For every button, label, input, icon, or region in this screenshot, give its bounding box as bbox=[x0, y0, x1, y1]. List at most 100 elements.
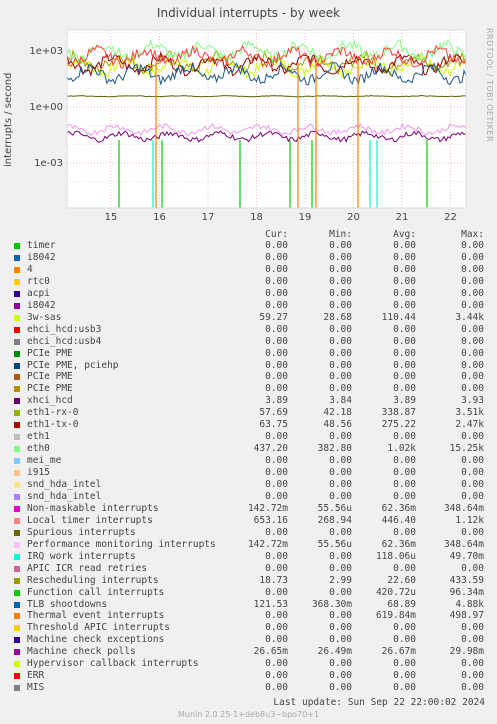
legend-swatch bbox=[14, 302, 20, 309]
legend-row: Thermal event interrupts 0.00 0.00 619.84m 4… bbox=[14, 610, 484, 622]
legend-max: 0.00 bbox=[461, 240, 484, 251]
legend-row: APIC ICR read retries 0.00 0.00 0.00 0.00 bbox=[14, 563, 484, 575]
header-cur: Cur: bbox=[265, 229, 288, 240]
legend-min: 0.00 bbox=[329, 610, 352, 622]
legend-label: ERR bbox=[27, 670, 45, 682]
legend-label: i8042 bbox=[27, 299, 56, 311]
legend-label: MIS bbox=[27, 682, 45, 694]
x-tick-label: 15 bbox=[105, 212, 118, 223]
legend-cur: 0.00 bbox=[265, 299, 288, 311]
legend-max: 29.98m bbox=[449, 646, 484, 658]
legend-max: 348.64m bbox=[443, 538, 484, 550]
legend-swatch bbox=[14, 637, 20, 644]
legend-max: 2.47k bbox=[455, 419, 484, 431]
legend-label: Threshold APIC interrupts bbox=[27, 622, 170, 634]
legend-label: snd_hda_intel bbox=[27, 479, 102, 490]
header-max: Max: bbox=[461, 229, 484, 240]
legend-max: 0.00 bbox=[461, 562, 484, 574]
legend-cur: 3.89 bbox=[265, 395, 288, 407]
legend-min: 28.68 bbox=[323, 311, 352, 323]
legend-row: 4 0.00 0.00 0.00 0.00 bbox=[14, 264, 484, 276]
legend-min: 0.00 bbox=[329, 299, 352, 311]
legend-cur: 142.72m bbox=[247, 502, 288, 514]
legend-row: ehci_hcd:usb4 0.00 0.00 0.00 0.00 bbox=[14, 336, 484, 348]
legend-avg: 68.89 bbox=[387, 598, 416, 610]
legend-row: Machine check polls 26.65m 26.49m 26.67m 29.… bbox=[14, 646, 484, 658]
legend-swatch bbox=[14, 410, 20, 417]
legend-cur: 0.00 bbox=[265, 634, 288, 646]
legend-swatch bbox=[14, 243, 20, 249]
legend-label: eth0 bbox=[27, 443, 50, 455]
legend-max: 0.00 bbox=[461, 335, 484, 347]
legend-row: PCIe PME 0.00 0.00 0.00 0.00 bbox=[14, 371, 484, 383]
x-tick-label: 19 bbox=[299, 212, 312, 223]
legend-avg: 22.60 bbox=[387, 574, 416, 586]
legend-min: 268.94 bbox=[317, 514, 352, 526]
legend-min: 0.00 bbox=[329, 359, 352, 371]
legend-swatch bbox=[14, 374, 20, 381]
legend-swatch bbox=[14, 254, 20, 261]
legend-avg: 0.00 bbox=[393, 490, 416, 502]
legend-row: eth1 0.00 0.00 0.00 0.00 bbox=[14, 431, 484, 443]
legend-max: 0.00 bbox=[461, 431, 484, 443]
legend-max: 15.25k bbox=[449, 443, 484, 455]
legend-swatch bbox=[14, 505, 20, 512]
legend-avg: 0.00 bbox=[393, 251, 416, 263]
legend-avg: 0.00 bbox=[393, 371, 416, 383]
legend-min: 0.00 bbox=[329, 670, 352, 682]
header-min: Min: bbox=[329, 229, 352, 240]
legend-label: PCIe PME bbox=[27, 371, 73, 383]
legend-cur: 653.16 bbox=[253, 514, 288, 526]
legend-max: 1.12k bbox=[455, 514, 484, 526]
legend-label: IRQ work interrupts bbox=[27, 550, 136, 562]
legend-swatch bbox=[14, 422, 20, 429]
legend-cur: 0.00 bbox=[265, 586, 288, 598]
munin-version: Munin 2.0.25-1+deb8u3~bpo70+1 bbox=[177, 710, 320, 719]
legend-min: 0.00 bbox=[329, 431, 352, 443]
legend-row: snd_hda_intel 0.00 0.00 0.00 0.00 bbox=[14, 479, 484, 491]
legend-max: 0.00 bbox=[461, 658, 484, 670]
legend-swatch bbox=[14, 601, 20, 608]
legend-swatch bbox=[14, 589, 20, 596]
legend-min: 0.00 bbox=[329, 263, 352, 275]
legend-min: 0.00 bbox=[329, 335, 352, 347]
legend-swatch bbox=[14, 338, 20, 345]
legend-label: Function call interrupts bbox=[27, 586, 165, 598]
legend-label: ehci_hcd:usb4 bbox=[27, 335, 102, 347]
legend-row: eth1-tx-0 63.75 48.56 275.22 2.47k bbox=[14, 419, 484, 431]
legend-min: 382.80 bbox=[317, 443, 352, 455]
legend-label: i8042 bbox=[27, 251, 56, 263]
legend-cur: 142.72m bbox=[247, 538, 288, 550]
legend-avg: 26.67m bbox=[381, 646, 416, 658]
legend-label: timer bbox=[27, 240, 56, 251]
legend-row: acpi 0.00 0.00 0.00 0.00 bbox=[14, 288, 484, 300]
y-tick-labels: 1e+03 1e+00 1e-03 bbox=[29, 46, 63, 169]
legend-swatch bbox=[14, 278, 20, 285]
legend-min: 55.56u bbox=[317, 538, 352, 550]
legend-swatch bbox=[14, 326, 20, 333]
legend-cur: 0.00 bbox=[265, 479, 288, 490]
legend-cur: 0.00 bbox=[265, 550, 288, 562]
legend-max: 0.00 bbox=[461, 526, 484, 538]
legend-row: Function call interrupts 0.00 0.00 420.72u 9… bbox=[14, 587, 484, 599]
legend-cur: 57.69 bbox=[259, 407, 288, 419]
legend-cur: 0.00 bbox=[265, 467, 288, 479]
legend-label: Spurious interrupts bbox=[27, 526, 136, 538]
y-tick-label: 1e+00 bbox=[29, 102, 63, 113]
legend-avg: 110.44 bbox=[381, 311, 416, 323]
legend-label: eth1-rx-0 bbox=[27, 407, 79, 419]
legend-label: mei_me bbox=[27, 455, 62, 467]
legend-cur: 0.00 bbox=[265, 622, 288, 634]
legend-min: 0.00 bbox=[329, 287, 352, 299]
legend-label: ehci_hcd:usb3 bbox=[27, 323, 102, 335]
legend-swatch bbox=[14, 625, 20, 632]
legend-avg: 275.22 bbox=[381, 419, 416, 431]
legend-avg: 62.36m bbox=[381, 538, 416, 550]
legend-max: 0.00 bbox=[461, 287, 484, 299]
legend-avg: 62.36m bbox=[381, 502, 416, 514]
plot-area: 1e+03 1e+00 1e-03 15 16 17 18 19 20 21 22 bbox=[29, 29, 467, 223]
legend-avg: 1.02k bbox=[387, 443, 416, 455]
legend-max: 0.00 bbox=[461, 371, 484, 383]
legend-row: MIS 0.00 0.00 0.00 0.00 bbox=[14, 682, 484, 694]
legend-max: 0.00 bbox=[461, 670, 484, 682]
